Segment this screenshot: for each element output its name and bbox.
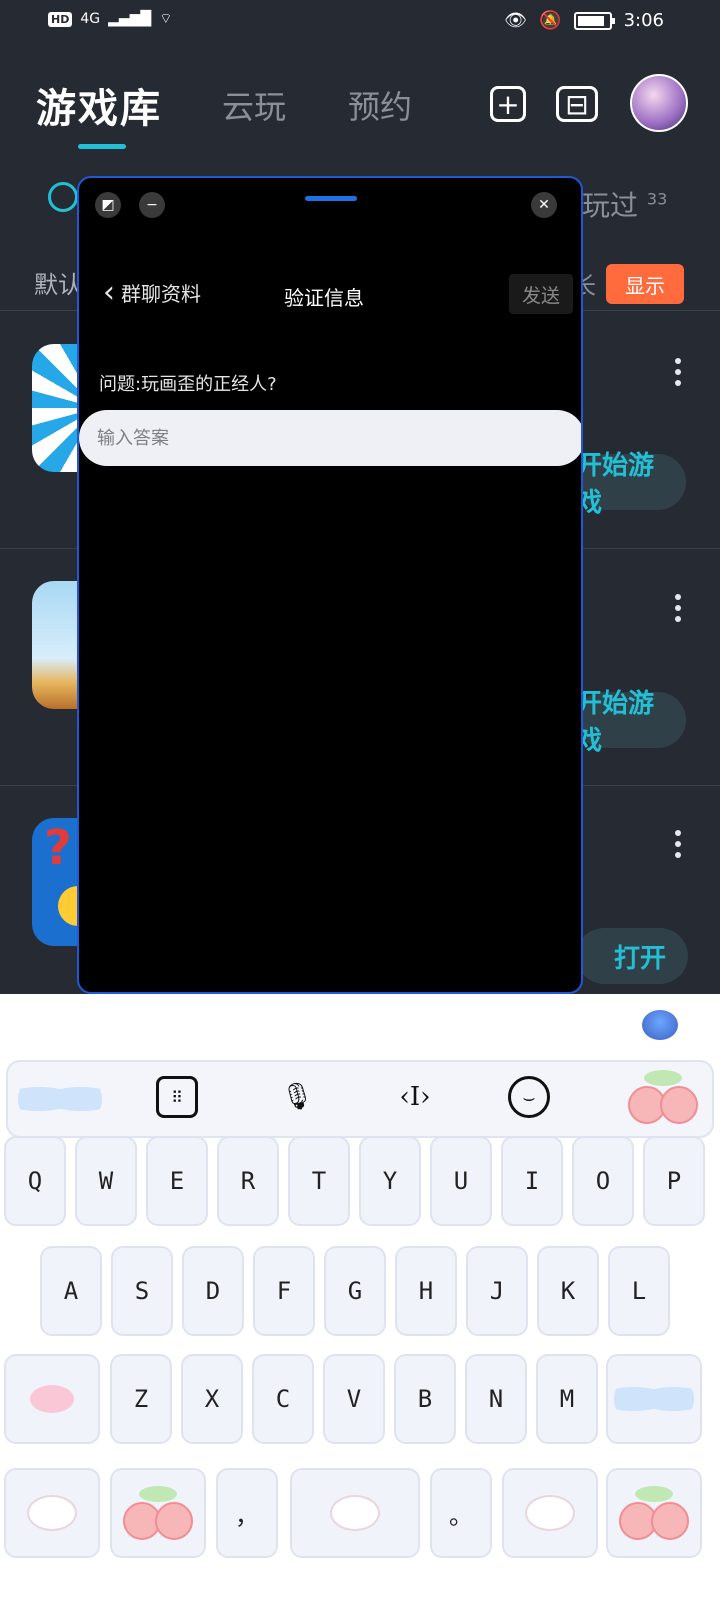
key-q[interactable]: Q [4, 1136, 66, 1226]
close-icon[interactable]: ✕ [531, 192, 557, 218]
key-t[interactable]: T [288, 1136, 350, 1226]
start-game-button[interactable]: 开始游戏 [576, 689, 686, 756]
key-m[interactable]: M [536, 1354, 598, 1444]
tab-played[interactable]: 玩过 33 [582, 184, 667, 224]
bird-mascot-icon[interactable] [642, 1010, 678, 1040]
signal-icon: ▂▄▆█ [108, 11, 152, 27]
show-button[interactable]: 显示 [606, 264, 684, 304]
key-v[interactable]: V [323, 1354, 385, 1444]
popup-title: 验证信息 [284, 286, 364, 310]
filter-icon[interactable] [48, 182, 78, 212]
key-o[interactable]: O [572, 1136, 634, 1226]
key-r[interactable]: R [217, 1136, 279, 1226]
key-e[interactable]: E [146, 1136, 208, 1226]
more-icon[interactable] [675, 830, 681, 860]
keyboard-toolbar [6, 1060, 714, 1138]
key-s[interactable]: S [111, 1246, 173, 1336]
tab-cloud-play[interactable]: 云玩 [222, 82, 286, 128]
minimize-icon[interactable]: − [139, 192, 165, 218]
wifi-icon: ⌔ [159, 11, 173, 27]
more-icon[interactable] [675, 358, 681, 388]
cherry-icon [123, 1486, 193, 1540]
chevron-left-icon: ‹ [103, 274, 115, 310]
microphone-icon[interactable]: 🎙 [276, 1076, 318, 1118]
key-p[interactable]: P [643, 1136, 705, 1226]
more-icon[interactable] [675, 594, 681, 624]
send-button[interactable]: 发送 [509, 274, 573, 314]
text-cursor-icon[interactable]: ‹I› [394, 1076, 436, 1118]
bow-icon [614, 1378, 694, 1420]
language-key[interactable] [502, 1468, 598, 1558]
eye-icon: 👁 [504, 10, 528, 31]
symbols-key[interactable] [4, 1468, 100, 1558]
comma-key[interactable]: ， [216, 1468, 278, 1558]
key-z[interactable]: Z [110, 1354, 172, 1444]
bunny-icon [27, 1495, 77, 1531]
sort-dropdown[interactable]: 默认 [34, 265, 82, 300]
tab-game-library[interactable]: 游戏库 [36, 76, 162, 134]
key-d[interactable]: D [182, 1246, 244, 1336]
mute-bell-icon: 🔕 [539, 10, 562, 31]
backspace-key[interactable] [606, 1354, 702, 1444]
question-text: 问题:玩画歪的正经人? [99, 374, 277, 395]
avatar[interactable] [630, 74, 688, 132]
resize-icon[interactable]: ◩ [95, 192, 121, 218]
key-h[interactable]: H [395, 1246, 457, 1336]
key-c[interactable]: C [252, 1354, 314, 1444]
back-button[interactable]: ‹ 群聊资料 [103, 274, 201, 310]
played-label: 玩过 [582, 189, 639, 222]
shift-key[interactable] [4, 1354, 100, 1444]
key-i[interactable]: I [501, 1136, 563, 1226]
bunny-icon [330, 1495, 380, 1531]
enter-key[interactable] [606, 1468, 702, 1558]
cherry-decoration-icon [628, 1070, 698, 1124]
key-g[interactable]: G [324, 1246, 386, 1336]
played-count: 33 [646, 189, 668, 209]
period-key[interactable]: 。 [430, 1468, 492, 1558]
toolbox-icon[interactable]: ⊟ [556, 86, 598, 122]
key-l[interactable]: L [608, 1246, 670, 1336]
heart-icon [30, 1385, 74, 1413]
back-label: 群聊资料 [121, 282, 201, 306]
plus-square-icon[interactable]: + [490, 86, 526, 122]
battery-icon [573, 11, 615, 30]
drag-handle[interactable] [305, 196, 357, 201]
tab-reservation[interactable]: 预约 [348, 82, 412, 128]
keyboard-icon[interactable]: ⠿ [156, 1076, 198, 1118]
clock: 3:06 [623, 10, 664, 31]
key-j[interactable]: J [466, 1246, 528, 1336]
bow-decoration-icon [18, 1078, 102, 1120]
verification-popup: ◩ − ✕ ‹ 群聊资料 验证信息 发送 问题:玩画歪的正经人? [77, 176, 583, 994]
question-mark-icon: ? [44, 820, 72, 876]
key-y[interactable]: Y [359, 1136, 421, 1226]
key-f[interactable]: F [253, 1246, 315, 1336]
start-game-button[interactable]: 开始游戏 [576, 451, 686, 518]
active-tab-indicator [78, 144, 126, 149]
key-w[interactable]: W [75, 1136, 137, 1226]
key-n[interactable]: N [465, 1354, 527, 1444]
hd-badge: HD [48, 11, 73, 27]
answer-input[interactable] [79, 410, 581, 466]
cherry-icon [619, 1486, 689, 1540]
open-button[interactable]: 打开 [576, 928, 688, 984]
key-b[interactable]: B [394, 1354, 456, 1444]
space-key[interactable] [290, 1468, 420, 1558]
bunny-icon [525, 1495, 575, 1531]
key-u[interactable]: U [430, 1136, 492, 1226]
emoji-key[interactable] [110, 1468, 206, 1558]
key-k[interactable]: K [537, 1246, 599, 1336]
key-x[interactable]: X [181, 1354, 243, 1444]
status-bar: HD 4G ▂▄▆█ ⌔ 👁 🔕 3:06 [0, 0, 720, 48]
emoji-icon[interactable]: ⌣ [508, 1076, 550, 1118]
network-label: 4G [80, 11, 101, 27]
key-a[interactable]: A [40, 1246, 102, 1336]
